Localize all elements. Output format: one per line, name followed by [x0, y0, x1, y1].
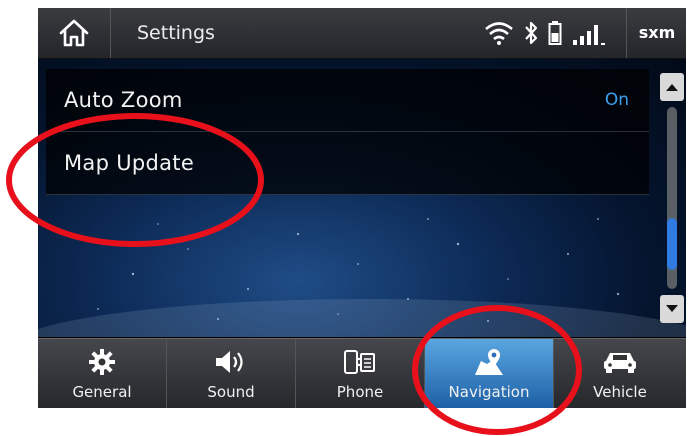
tab-sound[interactable]: Sound — [167, 339, 296, 408]
tab-label: Vehicle — [593, 383, 647, 401]
settings-panel: Auto Zoom On Map Update — [38, 59, 686, 337]
infotainment-screen: Settings sxm Auto Zoom On Map Update Gen… — [38, 8, 686, 408]
battery-icon — [548, 21, 562, 45]
tab-general[interactable]: General — [38, 339, 167, 408]
home-icon — [59, 19, 89, 47]
scrollbar[interactable] — [657, 67, 686, 329]
wifi-icon — [485, 22, 513, 45]
list-item-label: Map Update — [64, 151, 195, 175]
tab-label: Phone — [336, 383, 384, 401]
tab-label: General — [72, 383, 132, 401]
tab-label: Sound — [207, 383, 255, 401]
bottom-navigation: General Sound Phone Navigation Vehicle — [38, 338, 686, 408]
bluetooth-icon — [525, 21, 538, 45]
sxm-logo[interactable]: sxm — [626, 8, 686, 58]
page-title: Settings — [137, 22, 215, 44]
speaker-icon — [216, 351, 243, 373]
tab-navigation[interactable]: Navigation — [425, 339, 554, 408]
settings-list: Auto Zoom On Map Update — [46, 69, 649, 195]
map-pin-icon — [475, 349, 503, 375]
tab-vehicle[interactable]: Vehicle — [554, 339, 686, 408]
status-icons — [480, 8, 620, 58]
top-bar: Settings sxm — [38, 8, 686, 59]
list-item-map-update[interactable]: Map Update — [46, 132, 649, 195]
phone-icon — [344, 350, 375, 374]
triangle-up-icon — [666, 84, 678, 91]
gear-icon — [89, 349, 115, 375]
signal-strength-icon — [573, 25, 605, 45]
car-icon — [604, 353, 636, 373]
home-button[interactable] — [38, 8, 111, 58]
scroll-up-button[interactable] — [660, 73, 684, 101]
list-item-auto-zoom[interactable]: Auto Zoom On — [46, 69, 649, 132]
scroll-down-button[interactable] — [660, 295, 684, 323]
tab-phone[interactable]: Phone — [296, 339, 425, 408]
triangle-down-icon — [666, 305, 678, 312]
scroll-thumb[interactable] — [667, 217, 677, 270]
tab-label: Navigation — [448, 383, 530, 401]
auto-zoom-value: On — [604, 90, 629, 110]
list-item-label: Auto Zoom — [64, 88, 183, 112]
